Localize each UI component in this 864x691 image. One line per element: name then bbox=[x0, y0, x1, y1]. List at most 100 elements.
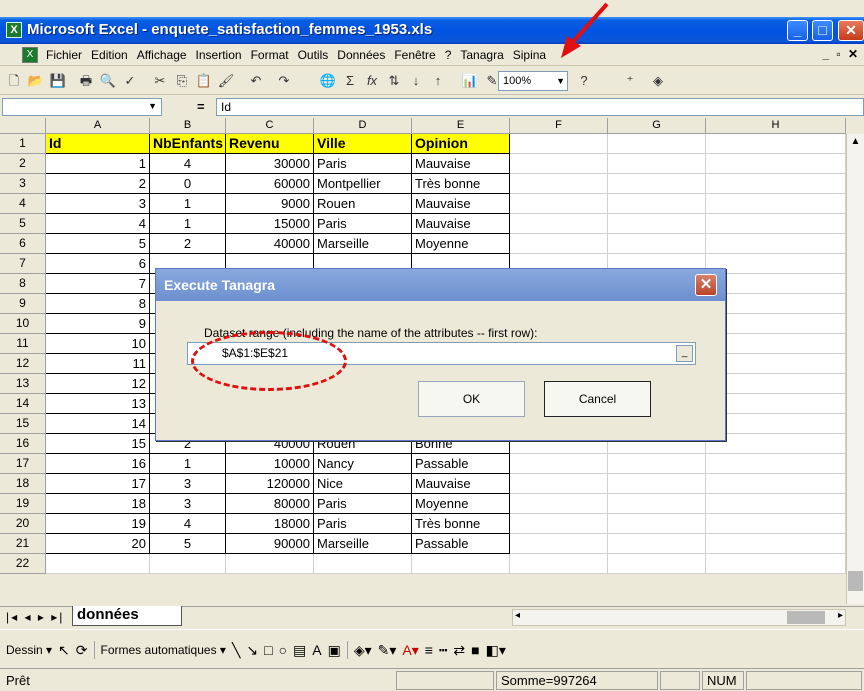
grid-cell[interactable] bbox=[706, 494, 846, 514]
column-header[interactable]: A bbox=[46, 118, 150, 134]
row-header[interactable]: 5 bbox=[0, 214, 46, 234]
hscroll-thumb[interactable] bbox=[787, 611, 825, 624]
grid-cell[interactable] bbox=[510, 534, 608, 554]
row-header[interactable]: 9 bbox=[0, 294, 46, 314]
grid-cell[interactable]: 0 bbox=[150, 174, 226, 194]
name-box[interactable]: ▼ bbox=[2, 98, 162, 116]
grid-cell[interactable]: 7 bbox=[46, 274, 150, 294]
grid-cell[interactable]: 40000 bbox=[226, 234, 314, 254]
scroll-right-icon[interactable]: ▸ bbox=[838, 610, 843, 621]
row-header[interactable]: 15 bbox=[0, 414, 46, 434]
grid-cell[interactable]: 15000 bbox=[226, 214, 314, 234]
grid-cell[interactable] bbox=[608, 174, 706, 194]
shadow-icon[interactable]: ■ bbox=[471, 642, 479, 658]
grid-cell[interactable]: Mauvaise bbox=[412, 474, 510, 494]
zoom-select[interactable]: 100% ▼ bbox=[498, 71, 568, 91]
copy-icon[interactable]: ⎘ bbox=[172, 71, 192, 91]
grid-cell[interactable] bbox=[608, 554, 706, 574]
grid-cell[interactable] bbox=[510, 554, 608, 574]
grid-cell[interactable] bbox=[608, 134, 706, 154]
grid-cell[interactable]: 2 bbox=[46, 174, 150, 194]
formula-equals-icon[interactable]: = bbox=[197, 99, 205, 114]
row-header[interactable]: 8 bbox=[0, 274, 46, 294]
grid-cell[interactable] bbox=[510, 214, 608, 234]
help-icon[interactable]: ? bbox=[574, 71, 594, 91]
row-header[interactable]: 21 bbox=[0, 534, 46, 554]
range-picker-button[interactable]: _ bbox=[676, 345, 693, 362]
arrow-icon[interactable]: ↘ bbox=[246, 642, 258, 659]
row-header[interactable]: 7 bbox=[0, 254, 46, 274]
grid-cell[interactable]: 90000 bbox=[226, 534, 314, 554]
grid-cell[interactable]: 10 bbox=[46, 334, 150, 354]
grid-cell[interactable] bbox=[608, 454, 706, 474]
grid-cell[interactable]: Paris bbox=[314, 514, 412, 534]
column-header[interactable]: E bbox=[412, 118, 510, 134]
print-icon[interactable]: 🖶 bbox=[76, 71, 96, 91]
image-icon[interactable]: ▣ bbox=[328, 642, 341, 659]
grid-cell[interactable] bbox=[226, 554, 314, 574]
grid-cell[interactable] bbox=[608, 194, 706, 214]
excel-app-icon[interactable]: X bbox=[6, 22, 22, 38]
workbook-window-controls[interactable]: _ ▫ ✕ bbox=[822, 47, 860, 61]
grid-cell[interactable]: Montpellier bbox=[314, 174, 412, 194]
scroll-thumb[interactable] bbox=[848, 571, 863, 591]
grid-cell[interactable] bbox=[706, 154, 846, 174]
grid-cell[interactable]: Paris bbox=[314, 154, 412, 174]
column-header[interactable]: B bbox=[150, 118, 226, 134]
column-header[interactable]: H bbox=[706, 118, 846, 134]
grid-cell[interactable]: Id bbox=[46, 134, 150, 154]
row-header[interactable]: 13 bbox=[0, 374, 46, 394]
row-header[interactable]: 12 bbox=[0, 354, 46, 374]
grid-cell[interactable] bbox=[706, 514, 846, 534]
grid-cell[interactable]: Passable bbox=[412, 534, 510, 554]
print-preview-icon[interactable]: 🔍 bbox=[98, 71, 118, 91]
grid-cell[interactable]: Très bonne bbox=[412, 514, 510, 534]
format-painter-icon[interactable]: 🖌 bbox=[216, 71, 236, 91]
grid-cell[interactable]: Mauvaise bbox=[412, 214, 510, 234]
menu-item[interactable]: Fichier bbox=[46, 48, 82, 62]
grid-cell[interactable]: Nancy bbox=[314, 454, 412, 474]
3d-icon[interactable]: ◧▾ bbox=[486, 642, 506, 659]
vertical-scrollbar[interactable]: ▲ bbox=[846, 134, 864, 604]
column-header[interactable]: F bbox=[510, 118, 608, 134]
grid-cell[interactable]: 1 bbox=[46, 154, 150, 174]
sort-ascending-icon[interactable]: ↓ bbox=[406, 71, 426, 91]
row-header[interactable]: 10 bbox=[0, 314, 46, 334]
arrow-style-icon[interactable]: ⇄ bbox=[453, 642, 465, 659]
sort-descending-icon[interactable]: ↑ bbox=[428, 71, 448, 91]
grid-cell[interactable] bbox=[608, 514, 706, 534]
menu-item[interactable]: Affichage bbox=[137, 48, 187, 62]
grid-cell[interactable]: Très bonne bbox=[412, 174, 510, 194]
grid-cell[interactable] bbox=[510, 494, 608, 514]
grid-cell[interactable]: 9000 bbox=[226, 194, 314, 214]
grid-cell[interactable]: 18000 bbox=[226, 514, 314, 534]
menu-item[interactable]: Fenêtre bbox=[394, 48, 435, 62]
grid-cell[interactable] bbox=[706, 354, 846, 374]
grid-cell[interactable] bbox=[706, 534, 846, 554]
workbook-icon[interactable]: X bbox=[22, 47, 38, 63]
grid-cell[interactable]: NbEnfants bbox=[150, 134, 226, 154]
grid-cell[interactable] bbox=[706, 274, 846, 294]
grid-cell[interactable]: 4 bbox=[150, 154, 226, 174]
grid-cell[interactable]: 16 bbox=[46, 454, 150, 474]
grid-cell[interactable]: Opinion bbox=[412, 134, 510, 154]
grid-cell[interactable]: 15 bbox=[46, 434, 150, 454]
grid-cell[interactable]: 2 bbox=[150, 234, 226, 254]
grid-cell[interactable] bbox=[510, 514, 608, 534]
grid-cell[interactable] bbox=[608, 534, 706, 554]
menu-item[interactable]: Outils bbox=[298, 48, 329, 62]
grid-cell[interactable]: Paris bbox=[314, 494, 412, 514]
row-header[interactable]: 18 bbox=[0, 474, 46, 494]
grid-cell[interactable]: 12 bbox=[46, 374, 150, 394]
grid-cell[interactable] bbox=[706, 414, 846, 434]
dessin-menu[interactable]: Dessin ▾ bbox=[6, 643, 52, 657]
column-header[interactable]: G bbox=[608, 118, 706, 134]
sheet-tab-donnees[interactable]: données bbox=[72, 606, 182, 626]
grid-cell[interactable]: 13 bbox=[46, 394, 150, 414]
menu-item[interactable]: Format bbox=[251, 48, 289, 62]
line-icon[interactable]: ╲ bbox=[232, 642, 240, 659]
dash-style-icon[interactable]: ┅ bbox=[439, 642, 447, 659]
grid-cell[interactable]: 20 bbox=[46, 534, 150, 554]
grid-cell[interactable] bbox=[608, 154, 706, 174]
grid-cell[interactable]: Rouen bbox=[314, 194, 412, 214]
